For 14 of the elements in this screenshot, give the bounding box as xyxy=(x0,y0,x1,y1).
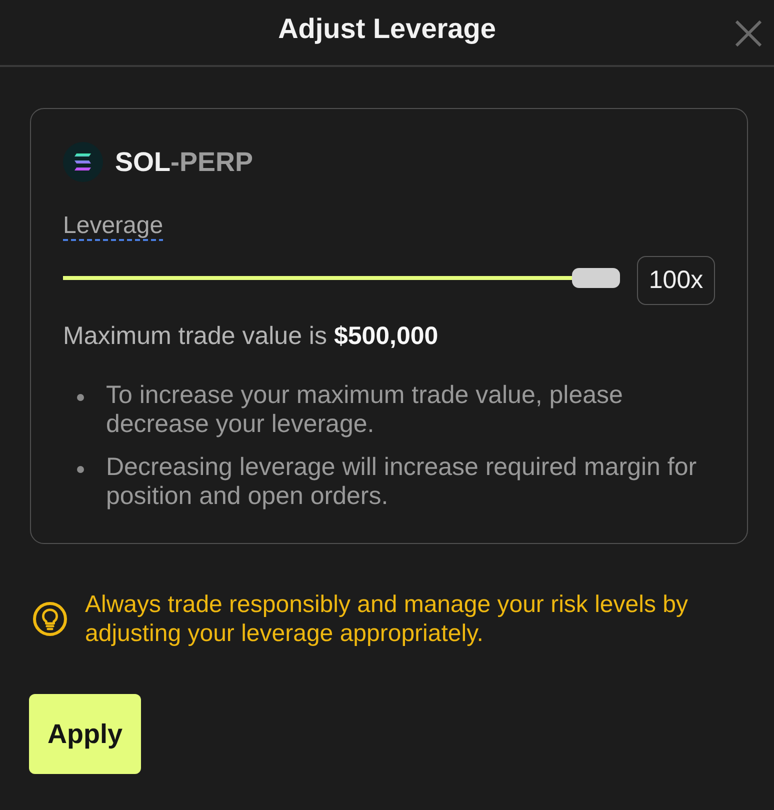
note-text: To increase your maximum trade value, please decrease your leverage. xyxy=(106,381,624,439)
leverage-input[interactable]: 100x xyxy=(637,256,715,305)
dialog-title: Adjust Leverage xyxy=(278,13,496,45)
warning-text: Always trade responsibly and manage your risk levels by adjusting your leverage appropriately. xyxy=(85,590,689,648)
bullet-icon xyxy=(77,394,84,401)
bullet-icon xyxy=(77,466,84,473)
note-text: Decreasing leverage will increase required margin for position and open orders. xyxy=(106,453,698,511)
coin-icon xyxy=(63,142,103,182)
apply-button[interactable]: Apply xyxy=(29,694,141,774)
market-name: SOL-PERP xyxy=(115,146,254,178)
max-trade-text: Maximum trade value is $500,000 xyxy=(63,322,440,350)
lightbulb-icon xyxy=(33,602,67,636)
close-icon[interactable] xyxy=(735,20,762,47)
slider-thumb[interactable] xyxy=(572,268,620,288)
